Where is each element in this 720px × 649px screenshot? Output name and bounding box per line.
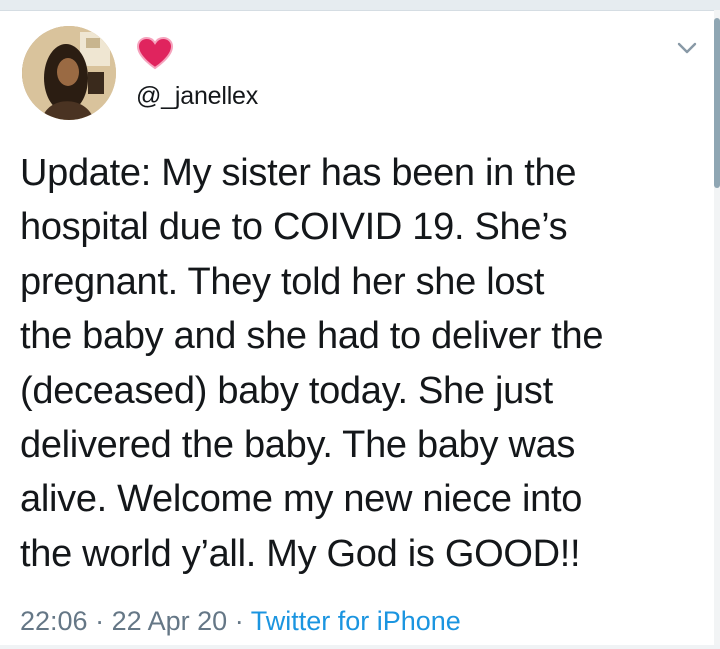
avatar-image — [22, 26, 116, 120]
tweet-text-line: alive. Welcome my new niece into — [20, 478, 583, 521]
tweet-source-link[interactable]: Twitter for iPhone — [251, 606, 461, 636]
scrollbar-thumb[interactable] — [714, 18, 720, 188]
tweet-text: Update: My sister has been in the hospit… — [20, 146, 710, 581]
heart-icon — [136, 36, 174, 70]
chevron-down-icon[interactable] — [676, 40, 698, 56]
user-handle[interactable]: @_janellex — [136, 82, 258, 111]
avatar[interactable] — [22, 26, 116, 120]
top-divider — [0, 0, 720, 11]
bottom-divider — [0, 645, 720, 649]
tweet-metadata: 22:06 · 22 Apr 20 · Twitter for iPhone — [20, 606, 461, 637]
tweet-text-line: Update: My sister has been in the — [20, 152, 577, 194]
tweet-text-line: the baby and she had to deliver the — [20, 315, 604, 358]
tweet-text-line: delivered the baby. The baby was — [20, 424, 576, 467]
tweet-date[interactable]: 22 Apr 20 — [112, 606, 228, 636]
tweet-text-line: hospital due to COIVID 19. She’s — [20, 206, 568, 249]
meta-separator: · — [95, 606, 105, 636]
tweet-text-line: the world y’all. My God is GOOD!! — [20, 532, 581, 575]
meta-separator: · — [234, 606, 244, 636]
tweet-text-line: pregnant. They told her she lost — [20, 260, 545, 303]
tweet-text-line: (deceased) baby today. She just — [20, 369, 553, 412]
tweet-time[interactable]: 22:06 — [20, 606, 88, 636]
